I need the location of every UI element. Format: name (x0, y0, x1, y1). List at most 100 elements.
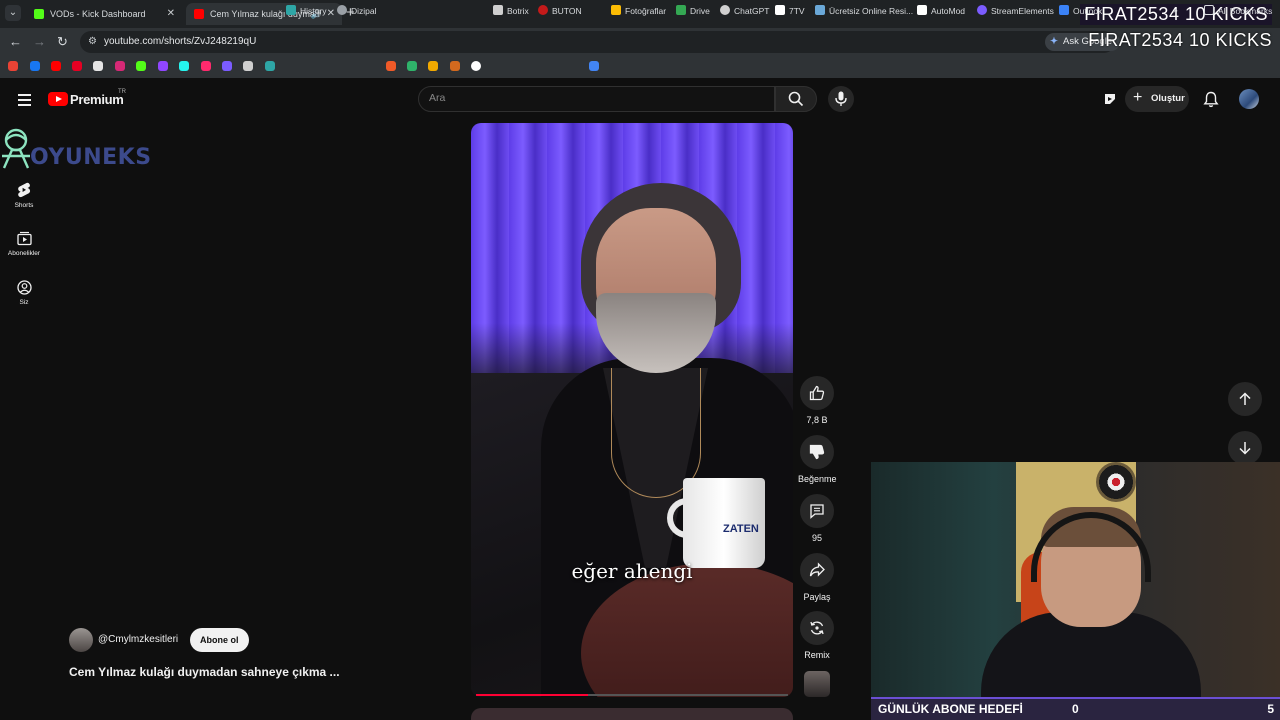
youtube-logo-icon[interactable] (48, 92, 68, 106)
globe-icon (337, 5, 347, 15)
comments-button[interactable]: 95 (798, 494, 836, 543)
bookmark-label: Outlook (1073, 6, 1103, 16)
k-bookmark-icon[interactable] (386, 61, 396, 71)
share-button[interactable]: Paylaş (798, 553, 836, 602)
previous-short-button[interactable] (1228, 382, 1262, 416)
account-avatar[interactable] (1239, 89, 1259, 109)
goal-current: 0 (1072, 702, 1079, 716)
address-bar[interactable]: ⚙ youtube.com/shorts/ZvJ248219qU (80, 31, 1115, 53)
next-short-preview[interactable] (471, 708, 793, 720)
fox-bookmark-icon[interactable] (428, 61, 438, 71)
subscriptions-icon (16, 231, 32, 246)
remix-button[interactable]: Remix (798, 611, 836, 660)
tab-kick-dashboard[interactable]: VODs - Kick Dashboard ✕ (26, 3, 182, 25)
coffee-bookmark-icon[interactable] (450, 61, 460, 71)
bookmark-chatgpt[interactable]: ChatGPT (720, 5, 769, 16)
remix-label: Remix (804, 650, 830, 660)
bookmark-automod[interactable]: AutoMod (917, 5, 965, 16)
tab-search-button[interactable]: ⌄ (5, 5, 21, 21)
chat-bookmark-icon[interactable] (265, 61, 275, 71)
video-progress-bar[interactable] (476, 694, 788, 696)
all-bookmarks-button[interactable]: All Bookmarks (1204, 5, 1272, 16)
dislike-button[interactable]: Beğenme (798, 435, 837, 484)
subscribe-button[interactable]: Abone ol (190, 628, 249, 652)
youtube-premium-label[interactable]: Premium (70, 92, 124, 107)
facebook-bookmark-icon[interactable] (30, 61, 40, 71)
reload-button[interactable]: ↻ (57, 34, 68, 50)
bookmark-outlook[interactable]: Outlook (1059, 5, 1102, 16)
bookmark-7tv[interactable]: 7TV (775, 5, 805, 16)
close-tab-icon[interactable]: ✕ (167, 3, 175, 25)
comment-count: 95 (811, 533, 822, 543)
forward-button[interactable]: → (33, 34, 46, 49)
bookmark-history[interactable]: History (286, 5, 326, 16)
notifications-bell-icon[interactable] (1203, 91, 1219, 108)
sidebar-item-you[interactable]: Siz (0, 280, 48, 306)
drive-icon (676, 5, 686, 15)
bookmark-label: AutoMod (931, 6, 966, 16)
google-bookmark-icon[interactable] (8, 61, 18, 71)
circle-bookmark-icon[interactable] (471, 61, 481, 71)
kick-bookmark-icon[interactable] (136, 61, 146, 71)
sidebar-label: Shorts (14, 202, 34, 209)
kick-favicon-icon (34, 9, 44, 19)
sidebar-label: Abonelikler (7, 250, 41, 257)
channel-avatar[interactable] (69, 628, 93, 652)
channel-thumbnail[interactable] (804, 671, 830, 697)
search-icon (788, 91, 804, 107)
bookmark-photos[interactable]: Fotoğraflar (611, 5, 666, 16)
site-info-icon[interactable]: ⚙ (88, 36, 97, 47)
bookmark-streamelements[interactable]: StreamElements (977, 5, 1054, 16)
mug-text: ZATEN (723, 523, 759, 535)
pinterest-bookmark-icon[interactable] (72, 61, 82, 71)
channel-name[interactable]: @Cmylmzkesitleri (98, 634, 178, 645)
goal-target: 5 (1267, 702, 1274, 716)
like-button[interactable]: 7,8 B (798, 376, 836, 425)
bookmark-label: Drive (690, 6, 710, 16)
create-button[interactable]: + Oluştur (1125, 86, 1189, 112)
back-button[interactable]: ← (9, 34, 22, 49)
menu-icon[interactable] (18, 94, 31, 109)
rp-icon (815, 5, 825, 15)
outlook-icon (1059, 5, 1069, 15)
short-video-player[interactable]: ZATEN eğer ahengi (471, 123, 793, 697)
search-input[interactable] (429, 92, 759, 104)
thumbs-up-icon (809, 385, 825, 401)
like-count: 7,8 B (806, 415, 828, 425)
gmail-bookmark-icon[interactable] (589, 61, 599, 71)
sidebar-item-shorts[interactable]: Shorts (0, 182, 48, 209)
next-short-button[interactable] (1228, 431, 1262, 465)
search-button[interactable] (775, 86, 817, 112)
bookmark-dizipal[interactable]: Dizipal (337, 5, 377, 16)
share-label: Paylaş (803, 592, 831, 602)
oyuneks-watermark: OYUNEKS (30, 145, 152, 170)
url-text: youtube.com/shorts/ZvJ248219qU (104, 36, 257, 47)
chatgpt-icon (720, 5, 730, 15)
close-tab-icon[interactable]: ✕ (327, 3, 335, 25)
tiktok-bookmark-icon[interactable] (179, 61, 189, 71)
streamelements-icon (977, 5, 987, 15)
twitch-bookmark-icon[interactable] (158, 61, 168, 71)
discord-bookmark-icon[interactable] (222, 61, 232, 71)
bookmark-label: StreamElements (991, 6, 1054, 16)
short-title[interactable]: Cem Yılmaz kulağı duymadan sahneye çıkma… (69, 665, 340, 679)
you-icon (16, 280, 32, 295)
create-shorts-icon[interactable] (1102, 91, 1118, 107)
bookmark-botrix[interactable]: Botrix (493, 5, 529, 16)
google-lens-icon: ✦ (1050, 36, 1058, 47)
bookmark-drive[interactable]: Drive (676, 5, 710, 16)
bookmark-buton[interactable]: BUTON (538, 5, 582, 16)
extension-bookmark-icon[interactable] (201, 61, 211, 71)
bookmark-label: Fotoğraflar (625, 6, 667, 16)
share-icon (809, 562, 825, 577)
instagram-bookmark-icon[interactable] (115, 61, 125, 71)
more-bookmarks-button[interactable]: » (1173, 5, 1178, 15)
x-bookmark-icon[interactable] (93, 61, 103, 71)
settings-bookmark-icon[interactable] (243, 61, 253, 71)
figure-bookmark-icon[interactable] (407, 61, 417, 71)
bookmark-online-resim[interactable]: Ücretsiz Online Resi... (815, 5, 913, 16)
sidebar-item-subscriptions[interactable]: Abonelikler (0, 231, 48, 257)
microphone-icon (835, 91, 847, 106)
voice-search-button[interactable] (828, 86, 854, 112)
youtube-bookmark-icon[interactable] (51, 61, 61, 71)
